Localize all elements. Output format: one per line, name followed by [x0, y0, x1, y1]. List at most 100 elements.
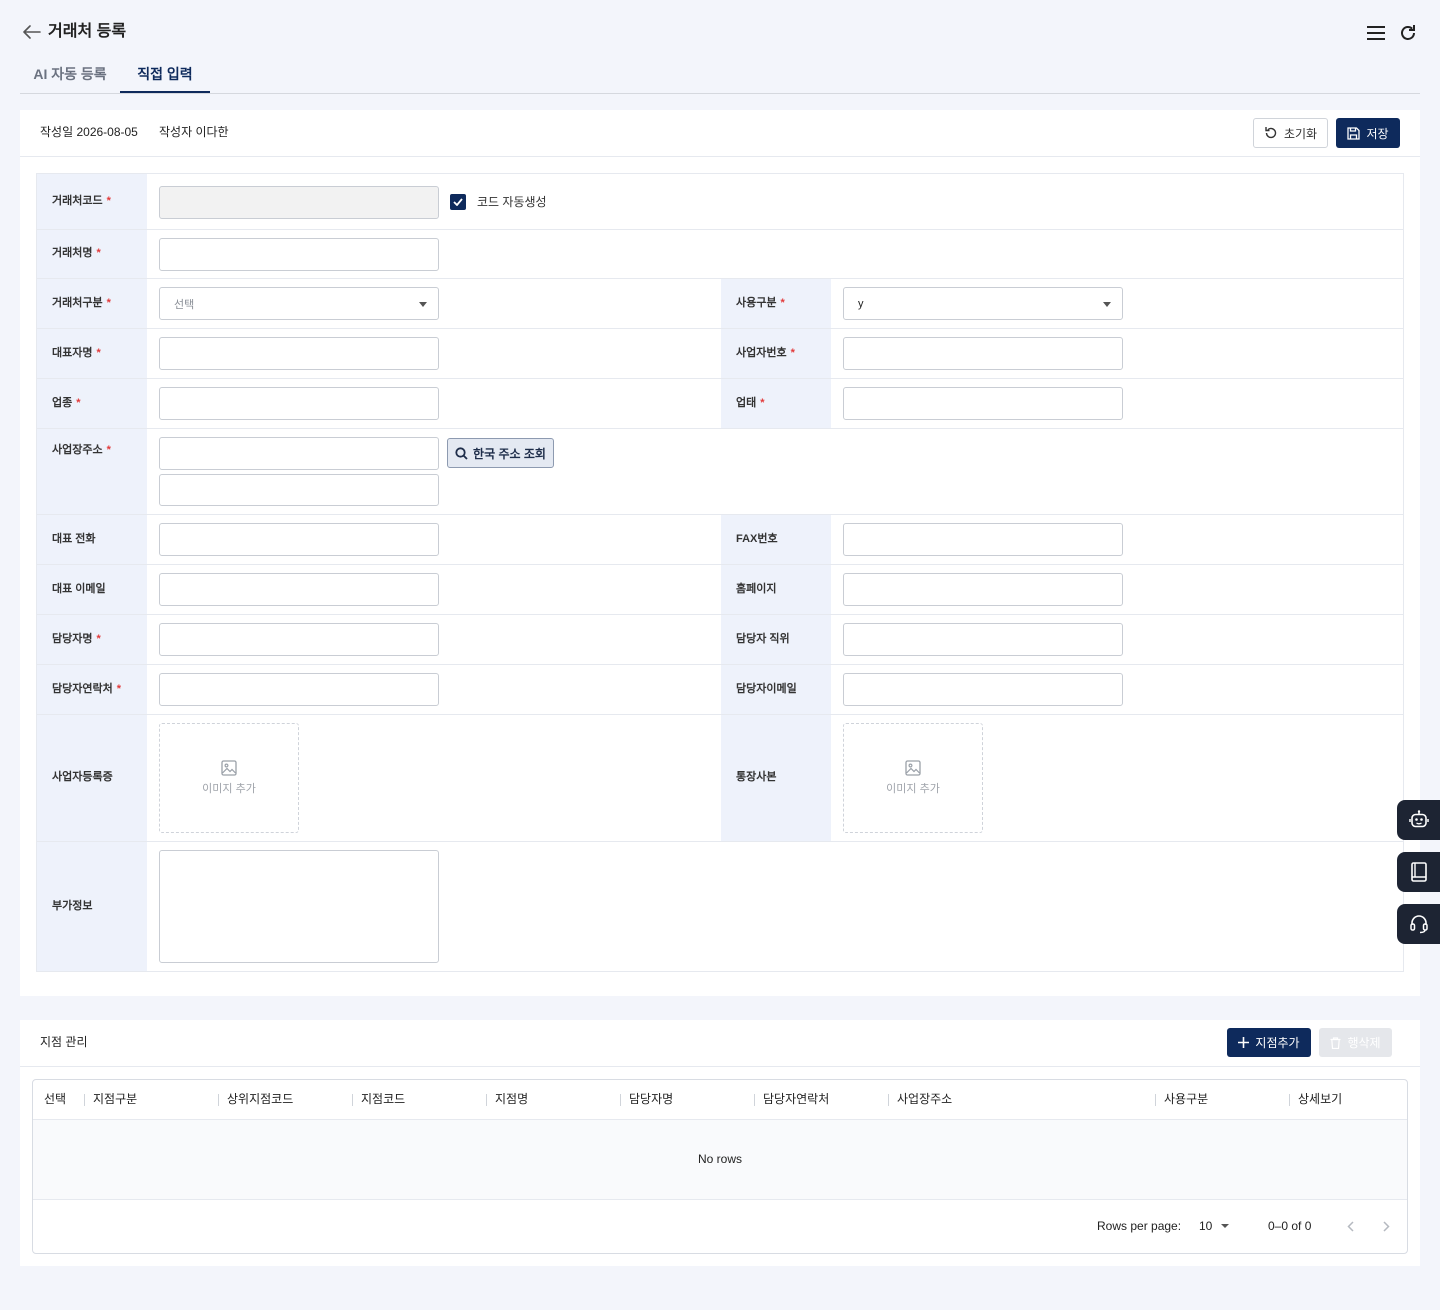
manual-button[interactable] — [1397, 852, 1440, 892]
col-manager-phone[interactable]: 담당자연락처 — [763, 1092, 829, 1106]
type-label: 거래처구분 * — [52, 297, 111, 309]
col-manager[interactable]: 담당자명 — [629, 1092, 673, 1106]
address-input[interactable] — [159, 437, 439, 470]
save-icon — [1347, 126, 1361, 140]
manager-email-label: 담당자이메일 — [736, 683, 797, 695]
col-detail[interactable]: 상세보기 — [1298, 1092, 1342, 1106]
col-separator — [754, 1094, 755, 1106]
code-input[interactable] — [159, 186, 439, 219]
col-separator — [352, 1094, 353, 1106]
code-label: 거래처코드 * — [52, 195, 111, 207]
menu-button[interactable] — [1365, 22, 1387, 44]
manager-title-label: 담당자 직위 — [736, 633, 790, 645]
add-branch-button[interactable]: 지점추가 — [1227, 1028, 1311, 1057]
chevron-left-icon — [1346, 1220, 1354, 1232]
book-icon — [1410, 862, 1427, 882]
col-branch-type[interactable]: 지점구분 — [93, 1092, 137, 1106]
bizno-input[interactable] — [843, 337, 1123, 370]
manager-title-input[interactable] — [843, 623, 1123, 656]
ceo-label: 대표자명 * — [52, 347, 101, 359]
homepage-input[interactable] — [843, 573, 1123, 606]
rows-per-page-select[interactable]: 10 — [1199, 1219, 1235, 1233]
bizcert-label: 사업자등록증 — [52, 771, 113, 783]
tab-direct-input[interactable]: 직접 입력 — [120, 56, 210, 93]
col-separator — [1289, 1094, 1290, 1106]
page-range: 0–0 of 0 — [1268, 1219, 1312, 1233]
label-column-left — [37, 174, 147, 971]
row-divider — [37, 614, 1403, 615]
manager-phone-label: 담당자연락처 * — [52, 683, 122, 695]
branch-title: 지점 관리 — [40, 1035, 88, 1049]
extra-label: 부가정보 — [52, 900, 93, 912]
support-button[interactable] — [1397, 904, 1440, 944]
address-detail-input[interactable] — [159, 474, 439, 506]
usage-label: 사용구분 * — [736, 297, 785, 309]
auto-code-checkbox[interactable] — [450, 194, 466, 210]
phone-label: 대표 전화 — [52, 533, 96, 545]
manager-phone-input[interactable] — [159, 673, 439, 706]
caret-down-icon — [1221, 1224, 1229, 1228]
col-separator — [486, 1094, 487, 1106]
col-separator — [1155, 1094, 1156, 1106]
homepage-label: 홈페이지 — [736, 583, 777, 595]
industry-input[interactable] — [159, 387, 439, 420]
delete-row-button[interactable]: 행삭제 — [1319, 1028, 1392, 1057]
type-select[interactable]: 선택 — [159, 287, 439, 320]
address-search-button[interactable]: 한국 주소 조회 — [447, 438, 554, 468]
reset-button[interactable]: 초기화 — [1253, 118, 1328, 148]
bankbook-upload[interactable]: 이미지 추가 — [843, 723, 983, 833]
col-usage[interactable]: 사용구분 — [1164, 1092, 1208, 1106]
col-separator — [888, 1094, 889, 1106]
row-divider — [37, 278, 1403, 279]
col-branch-code[interactable]: 지점코드 — [361, 1092, 405, 1106]
company-form: 거래처코드 * 코드 자동생성 거래처명 * 거래처구분 * 선택 사용구분 * y 대… — [36, 173, 1404, 972]
back-button[interactable] — [20, 20, 44, 44]
row-divider — [37, 664, 1403, 665]
email-input[interactable] — [159, 573, 439, 606]
check-icon — [453, 198, 463, 206]
biztype-input[interactable] — [843, 387, 1123, 420]
manager-input[interactable] — [159, 623, 439, 656]
row-divider — [37, 564, 1403, 565]
author: 작성자 이다한 — [159, 125, 229, 139]
branch-grid: 선택 지점구분 상위지점코드 지점코드 지점명 담당자명 담당자연락처 사업장주… — [32, 1079, 1408, 1254]
next-page-button[interactable] — [1379, 1218, 1393, 1234]
row-divider — [37, 514, 1403, 515]
col-separator — [84, 1094, 85, 1106]
search-icon — [455, 446, 468, 460]
ceo-input[interactable] — [159, 337, 439, 370]
image-icon — [905, 760, 921, 776]
fax-input[interactable] — [843, 523, 1123, 556]
col-parent-code[interactable]: 상위지점코드 — [227, 1092, 293, 1106]
bankbook-label: 통장사본 — [736, 771, 777, 783]
plus-icon — [1238, 1037, 1250, 1048]
col-branch-name[interactable]: 지점명 — [495, 1092, 528, 1106]
extra-textarea[interactable] — [159, 850, 439, 963]
name-input[interactable] — [159, 238, 439, 271]
ai-assistant-button[interactable] — [1397, 800, 1440, 840]
bizcert-upload[interactable]: 이미지 추가 — [159, 723, 299, 833]
col-separator — [620, 1094, 621, 1106]
save-button[interactable]: 저장 — [1336, 118, 1400, 148]
rows-per-page-label: Rows per page: — [1097, 1219, 1182, 1233]
refresh-button[interactable] — [1397, 22, 1419, 44]
prev-page-button[interactable] — [1343, 1218, 1357, 1234]
arrow-left-icon — [23, 25, 41, 39]
phone-input[interactable] — [159, 523, 439, 556]
col-address[interactable]: 사업장주소 — [897, 1092, 952, 1106]
robot-icon — [1408, 810, 1429, 828]
manager-email-input[interactable] — [843, 673, 1123, 706]
usage-select[interactable]: y — [843, 287, 1123, 320]
divider — [20, 1066, 1420, 1067]
headset-icon — [1409, 915, 1428, 934]
auto-code-label: 코드 자동생성 — [477, 195, 547, 209]
page-title: 거래처 등록 — [48, 23, 127, 40]
row-divider — [37, 229, 1403, 230]
tab-ai-register[interactable]: AI 자동 등록 — [20, 56, 120, 93]
row-divider — [37, 378, 1403, 379]
chevron-down-icon — [1103, 302, 1111, 307]
col-select[interactable]: 선택 — [44, 1092, 66, 1106]
row-divider — [37, 428, 1403, 429]
menu-icon — [1367, 26, 1385, 40]
biztype-label: 업태 * — [736, 397, 765, 409]
